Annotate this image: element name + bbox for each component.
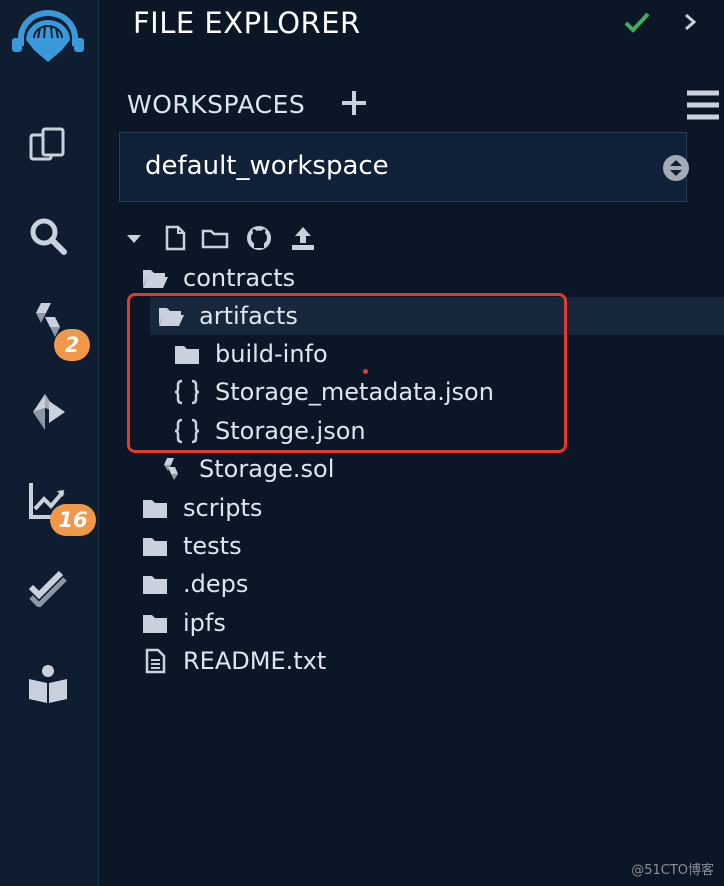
- tree-item-contracts[interactable]: contracts: [141, 259, 295, 297]
- remix-logo-icon[interactable]: [8, 4, 88, 76]
- tree-item-label: .deps: [183, 570, 249, 598]
- icon-sidebar: 2 16: [0, 0, 99, 886]
- solidity-file-icon: [164, 458, 178, 480]
- tree-item-scripts[interactable]: scripts: [141, 489, 262, 527]
- file-explorer-icon[interactable]: [24, 122, 72, 170]
- tree-item-label: contracts: [183, 264, 296, 292]
- tree-item-label: scripts: [183, 494, 263, 522]
- check-icon: [624, 12, 650, 33]
- tree-item-deps[interactable]: .deps: [141, 565, 248, 603]
- new-folder-icon[interactable]: [201, 224, 229, 252]
- add-workspace-icon[interactable]: [339, 88, 369, 118]
- tree-item-label: tests: [183, 532, 242, 560]
- annotation-highlight-box: [127, 293, 567, 453]
- chevron-right-icon[interactable]: [679, 10, 701, 34]
- tree-item-label: ipfs: [183, 609, 226, 637]
- annotation-dot: [363, 369, 368, 374]
- tree-item-readme[interactable]: README.txt: [141, 642, 326, 680]
- new-file-icon[interactable]: [161, 224, 189, 252]
- workspaces-label: WORKSPACES: [127, 90, 306, 119]
- workspace-select[interactable]: default_workspace: [119, 132, 689, 202]
- text-file-icon: [145, 648, 166, 674]
- workspace-select-value: default_workspace: [145, 151, 389, 181]
- tree-item-storage-sol[interactable]: Storage.sol: [157, 450, 334, 488]
- folder-icon: [143, 576, 167, 594]
- analysis-badge: 16: [50, 504, 96, 536]
- deploy-run-icon[interactable]: [24, 388, 72, 436]
- double-check-icon[interactable]: [24, 562, 72, 610]
- collapse-caret-icon[interactable]: [125, 224, 143, 252]
- tree-item-tests[interactable]: tests: [141, 527, 242, 565]
- tree-item-label: Storage.sol: [199, 455, 335, 483]
- folder-icon: [143, 500, 167, 518]
- folder-open-icon: [143, 270, 168, 288]
- folder-icon: [143, 615, 167, 633]
- github-icon[interactable]: [245, 224, 273, 252]
- upload-icon[interactable]: [289, 224, 317, 252]
- tree-item-ipfs[interactable]: ipfs: [141, 604, 226, 642]
- hamburger-menu-icon[interactable]: [685, 88, 721, 122]
- folder-icon: [143, 538, 167, 556]
- compiler-badge: 2: [54, 329, 90, 361]
- watermark: @51CTO博客: [631, 863, 714, 878]
- select-arrows-icon: [663, 155, 689, 181]
- learn-book-icon[interactable]: [24, 660, 72, 708]
- tree-item-label: README.txt: [183, 647, 327, 675]
- search-icon[interactable]: [24, 212, 72, 260]
- panel-title: FILE EXPLORER: [133, 6, 361, 40]
